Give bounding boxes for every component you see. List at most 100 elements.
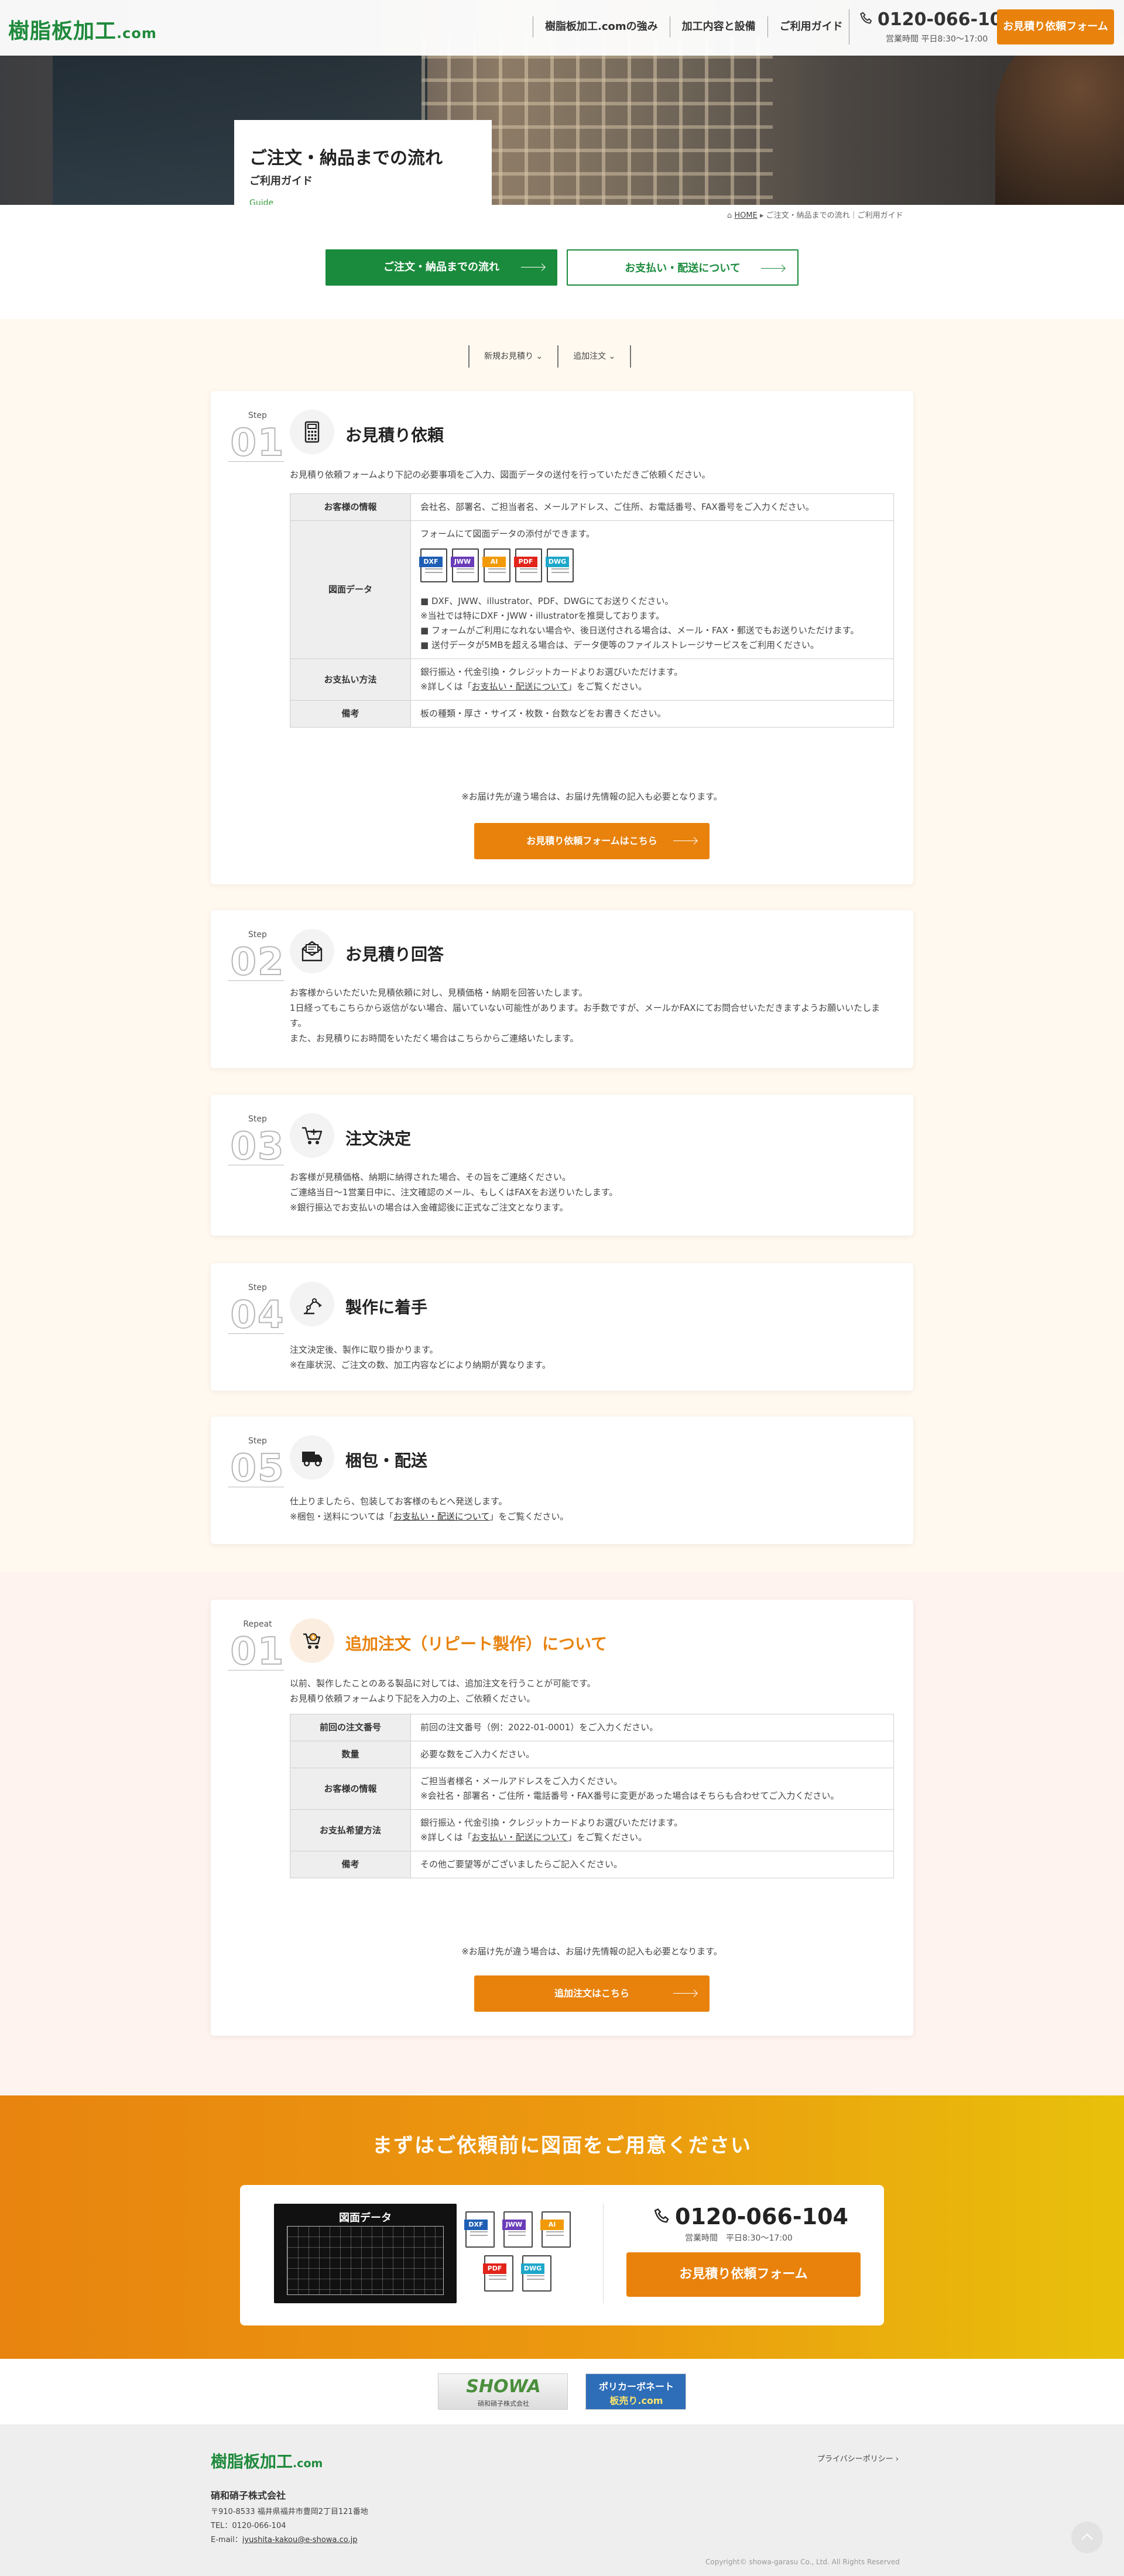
nav-strengths[interactable]: 樹脂板加工.comの強み [533, 16, 670, 37]
table-header-cell: 備考 [290, 700, 411, 728]
dxf-file-icon: DXF [464, 2211, 495, 2248]
polycarbonate-label: ポリカーボネート [598, 2381, 674, 2392]
table-header-cell: お客様の情報 [290, 493, 411, 521]
step-label: Step [248, 930, 267, 939]
footer-company: 硝和硝子株式会社 [211, 2490, 286, 2501]
pdf-file-icon: PDF [483, 2255, 513, 2292]
dwg-file-icon: DWG [546, 548, 574, 582]
delivery-note: ※お届け先が違う場合は、お届け先情報の記入も必要となります。 [461, 1946, 722, 1957]
step-title: 製作に着手 [345, 1298, 428, 1317]
step-text: お客様が見積価格、納期に納得された場合、その旨をご連絡ください。 ご連絡当日～1… [290, 1172, 618, 1213]
step-number: 01 [229, 421, 285, 465]
cad-plan-image [287, 2226, 444, 2295]
phone-icon [654, 2208, 669, 2223]
drawing-note: ■ フォームがご利用になれない場合や、後日送付される場合は、メール・FAX・郵送… [420, 625, 859, 636]
payment-shipping-link[interactable]: お支払い・配送について [472, 681, 568, 692]
header-tel[interactable]: 0120-066-104 営業時間 平日8:30～17:00 [849, 9, 1015, 44]
repeat-order-button[interactable]: 追加注文はこちら [474, 1975, 710, 2012]
table-row: 前回の注文番号 前回の注文番号（例：2022-01-0001）をご入力ください。 [290, 1714, 894, 1741]
ai-file-icon: AI [540, 2211, 571, 2248]
hero-worker-image [995, 35, 1124, 205]
delivery-note: ※お届け先が違う場合は、お届け先情報の記入も必要となります。 [461, 791, 722, 802]
estimate-form-button[interactable]: お見積り依頼フォームはこちら [474, 823, 710, 859]
repeat-card: Repeat 01 追加注文（リピート製作）について 以前、製作したことのある製… [211, 1600, 913, 2036]
step-text: お見積り依頼フォームより下記の必要事項をご入力、図面データの送付を行っていただき… [290, 469, 711, 480]
step-title: 注文決定 [345, 1129, 412, 1148]
step-number: 03 [229, 1124, 285, 1169]
table-row: お客様の情報 会社名、部署名、ご担当者名、メールアドレス、ご住所、お電話番号、FA… [290, 493, 894, 521]
cta-tel[interactable]: 0120-066-104 [653, 2204, 848, 2229]
header-hours: 営業時間 平日8:30～17:00 [886, 35, 988, 44]
table-cell: 必要な数をご入力ください。 [410, 1741, 894, 1768]
site-logo[interactable]: 樹脂板加工.com [8, 14, 157, 44]
footer-logo[interactable]: 樹脂板加工.com [211, 2449, 323, 2472]
drawing-note: ※当社では特にDXF・JWW・illustratorを推奨しております。 [420, 610, 665, 621]
step-label: Repeat [243, 1620, 272, 1629]
tab-payment-shipping[interactable]: お支払い・配送について [567, 249, 799, 286]
table-row: 備考 板の種類・厚さ・サイズ・枚数・台数などをお書きください。 [290, 700, 894, 728]
table-cell: 会社名、部署名、ご担当者名、メールアドレス、ご住所、お電話番号、FAX番号をご入… [410, 493, 894, 521]
anchor-new-estimate[interactable]: 新規お見積り ⌄ [468, 345, 557, 368]
step-01-card: Step 01 お見積り依頼 お見積り依頼フォームより下記の必要事項をご入力、図… [211, 391, 913, 884]
drawing-data-image: 図面データ [274, 2204, 457, 2303]
step-text: 仕上りましたら、包装してお客様のもとへ発送します。 ※梱包・送料については「お支… [290, 1496, 569, 1522]
arrow-right-icon [673, 1993, 697, 1994]
table-cell: 銀行振込・代金引換・クレジットカードよりお選びいただけます。 ※詳しくは「お支払い… [410, 658, 894, 701]
step-number: 01 [229, 1630, 285, 1674]
showa-company: 硝和硝子株式会社 [478, 2400, 529, 2407]
anchor-repeat-order[interactable]: 追加注文 ⌄ [557, 345, 632, 368]
step-title: お見積り回答 [345, 945, 444, 964]
home-icon: ⌂ [727, 211, 735, 220]
payment-shipping-link[interactable]: お支払い・配送について [393, 1511, 490, 1522]
table-row: 数量 必要な数をご入力ください。 [290, 1741, 894, 1768]
footer-email-link[interactable]: iyushita-kakou@e-showa.co.jp [242, 2536, 358, 2544]
robot-arm-icon [290, 1282, 334, 1326]
step-label: Step [248, 1283, 267, 1292]
page-subtitle: ご利用ガイド [249, 175, 313, 187]
nav-processing[interactable]: 加工内容と設備 [669, 16, 767, 37]
privacy-policy-link[interactable]: プライバシーポリシー › [817, 2452, 899, 2464]
step-label: Step [248, 411, 267, 420]
page-title-en: Guide [249, 198, 274, 205]
table-row: お客様の情報 ご担当者様名・メールアドレスをご入力ください。 ※会社名・部署名・ご住… [290, 1768, 894, 1810]
global-nav: 樹脂板加工.comの強み 加工内容と設備 ご利用ガイド [533, 16, 855, 37]
dxf-file-icon: DXF [419, 548, 447, 582]
breadcrumb-home[interactable]: HOME [734, 211, 757, 220]
page-top-button[interactable] [1071, 2522, 1103, 2553]
cta-hours: 営業時間 平日8:30～17:00 [685, 2234, 793, 2243]
step-divider [228, 980, 284, 981]
table-row: お支払い方法 銀行振込・代金引換・クレジットカードよりお選びいただけます。 ※詳し… [290, 658, 894, 701]
truck-icon [290, 1435, 334, 1480]
showa-logo: SHOWA [466, 2376, 541, 2397]
step-divider [228, 1670, 284, 1671]
cta-title: まずはご依頼前に図面をご用意ください [372, 2134, 752, 2157]
step-divider [228, 1333, 284, 1334]
breadcrumb-current: ▸ ご注文・納品までの流れ｜ご利用ガイド [757, 211, 903, 220]
showa-banner[interactable]: SHOWA 硝和硝子株式会社 [438, 2373, 568, 2410]
page-title: ご注文・納品までの流れ [249, 148, 443, 169]
calculator-icon [290, 410, 334, 454]
mail-icon [290, 929, 334, 973]
payment-shipping-link[interactable]: お支払い・配送について [472, 1832, 568, 1843]
cta-box: 図面データ DXF JWW AI PDF DWG 0120-066-104 営業… [240, 2185, 884, 2325]
drawing-note: ■ 送付データが5MBを超える場合は、データ便等のファイルストレージサービスをご… [420, 640, 819, 650]
step-number: 04 [229, 1293, 285, 1337]
tab-order-flow[interactable]: ご注文・納品までの流れ [325, 249, 557, 286]
polycarbonate-banner[interactable]: ポリカーボネート 板売り.com [585, 2373, 686, 2410]
jww-file-icon: JWW [502, 2211, 533, 2248]
table-cell: 板の種類・厚さ・サイズ・枚数・台数などをお書きください。 [410, 700, 894, 728]
step-04-card: Step 04 製作に着手 注文決定後、製作に取り掛かります。 ※在庫状況、ご注… [211, 1263, 913, 1391]
nav-guide[interactable]: ご利用ガイド [767, 16, 855, 37]
step-number: 02 [229, 940, 285, 985]
header-estimate-button[interactable]: お見積り依頼フォーム [997, 9, 1114, 44]
drawing-note: ■ DXF、JWW、illustrator、PDF、DWGにてお送りください。 [420, 596, 674, 606]
drawing-intro: フォームにて図面データの添付ができます。 [420, 529, 595, 539]
repeat-cart-icon [290, 1618, 334, 1663]
step-title: 梱包・配送 [345, 1451, 428, 1470]
step-title: お見積り依頼 [345, 426, 444, 445]
dwg-file-icon: DWG [521, 2255, 551, 2292]
drawing-data-label: 図面データ [339, 2212, 392, 2224]
cta-estimate-button[interactable]: お見積り依頼フォーム [626, 2252, 861, 2297]
step-title: 追加注文（リピート製作）について [345, 1634, 608, 1654]
step-text: 注文決定後、製作に取り掛かります。 ※在庫状況、ご注文の数、加工内容などにより納… [290, 1344, 551, 1370]
